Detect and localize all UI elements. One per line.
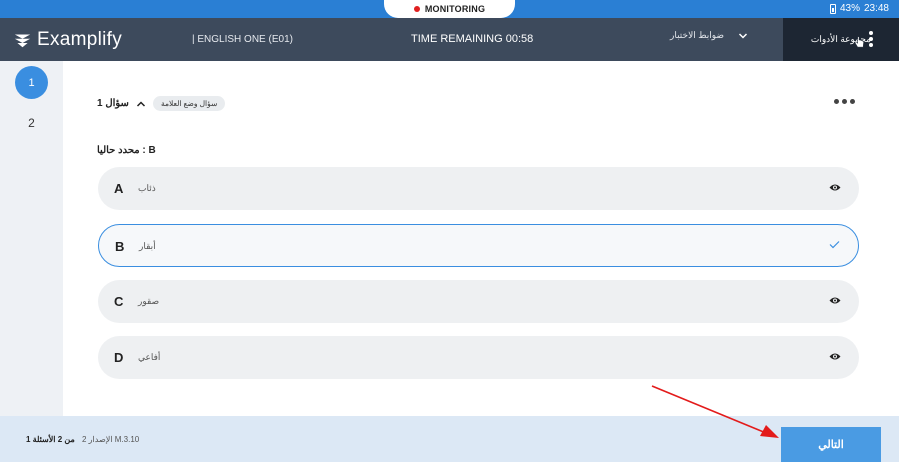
chevron-down-icon <box>739 32 748 39</box>
option-letter: A <box>114 181 124 196</box>
option-text: صقور <box>138 296 160 306</box>
status-bar: MONITORING 43% 23:48 <box>0 0 899 18</box>
monitoring-indicator: MONITORING <box>384 0 515 18</box>
app-name: Examplify <box>37 29 123 50</box>
tools-menu-button[interactable]: مجموعة الأدوات <box>783 18 899 61</box>
recording-dot-icon <box>413 6 420 12</box>
question-header: سؤال 1 سؤال وضع العلامة <box>97 96 226 111</box>
question-count: من 2 الأسئلة 1 <box>26 435 75 444</box>
question-navigator: 1 2 <box>0 61 63 416</box>
hand-cursor-icon <box>854 36 864 48</box>
option-letter: D <box>114 350 124 365</box>
next-button[interactable]: التالي <box>781 427 881 462</box>
monitoring-label: MONITORING <box>424 4 486 14</box>
answer-option-c[interactable]: C صقور <box>98 280 859 323</box>
exam-controls-dropdown[interactable]: ضوابط الاختبار <box>670 30 748 41</box>
app-logo: Examplify <box>14 29 122 51</box>
question-nav-item-2[interactable]: 2 <box>15 106 48 139</box>
answer-option-d[interactable]: D أفاعي <box>98 336 859 379</box>
question-label: سؤال 1 <box>97 98 129 109</box>
battery-level: 43% <box>839 3 860 14</box>
option-letter: C <box>114 294 124 309</box>
flag-question-button[interactable]: سؤال وضع العلامة <box>152 96 226 111</box>
kebab-menu-icon <box>869 31 873 47</box>
option-text: أبقار <box>139 241 156 251</box>
exam-controls-label: ضوابط الاختبار <box>670 30 725 40</box>
option-letter: B <box>115 239 125 254</box>
exam-title: | ENGLISH ONE (E01) <box>192 34 293 45</box>
caret-up-icon[interactable] <box>136 100 146 108</box>
more-horizontal-icon[interactable] <box>834 99 855 104</box>
system-status: 43% 23:48 <box>829 3 889 14</box>
time-remaining: TIME REMAINING 00:58 <box>411 33 534 45</box>
eye-icon[interactable] <box>829 352 841 361</box>
examplify-window: MONITORING 43% 23:48 Examplify | ENGLISH… <box>0 0 899 462</box>
clock: 23:48 <box>863 3 889 14</box>
red-arrow-icon <box>651 385 779 438</box>
top-bar: Examplify | ENGLISH ONE (E01) TIME REMAI… <box>0 18 899 61</box>
answer-option-a[interactable]: A ذئاب <box>98 167 859 210</box>
examplify-logo-icon <box>14 34 31 47</box>
option-text: أفاعي <box>138 352 161 362</box>
option-text: ذئاب <box>138 183 156 193</box>
battery-icon <box>829 3 836 14</box>
app-version: الإصدار 2 M.3.10 <box>82 435 140 444</box>
eye-icon[interactable] <box>829 296 841 305</box>
currently-selected-label: محدد حاليا : B <box>97 145 156 156</box>
checkmark-icon <box>829 241 840 249</box>
eye-icon[interactable] <box>829 183 841 192</box>
answer-option-b[interactable]: B أبقار <box>98 224 859 267</box>
question-nav-item-1[interactable]: 1 <box>15 66 48 99</box>
